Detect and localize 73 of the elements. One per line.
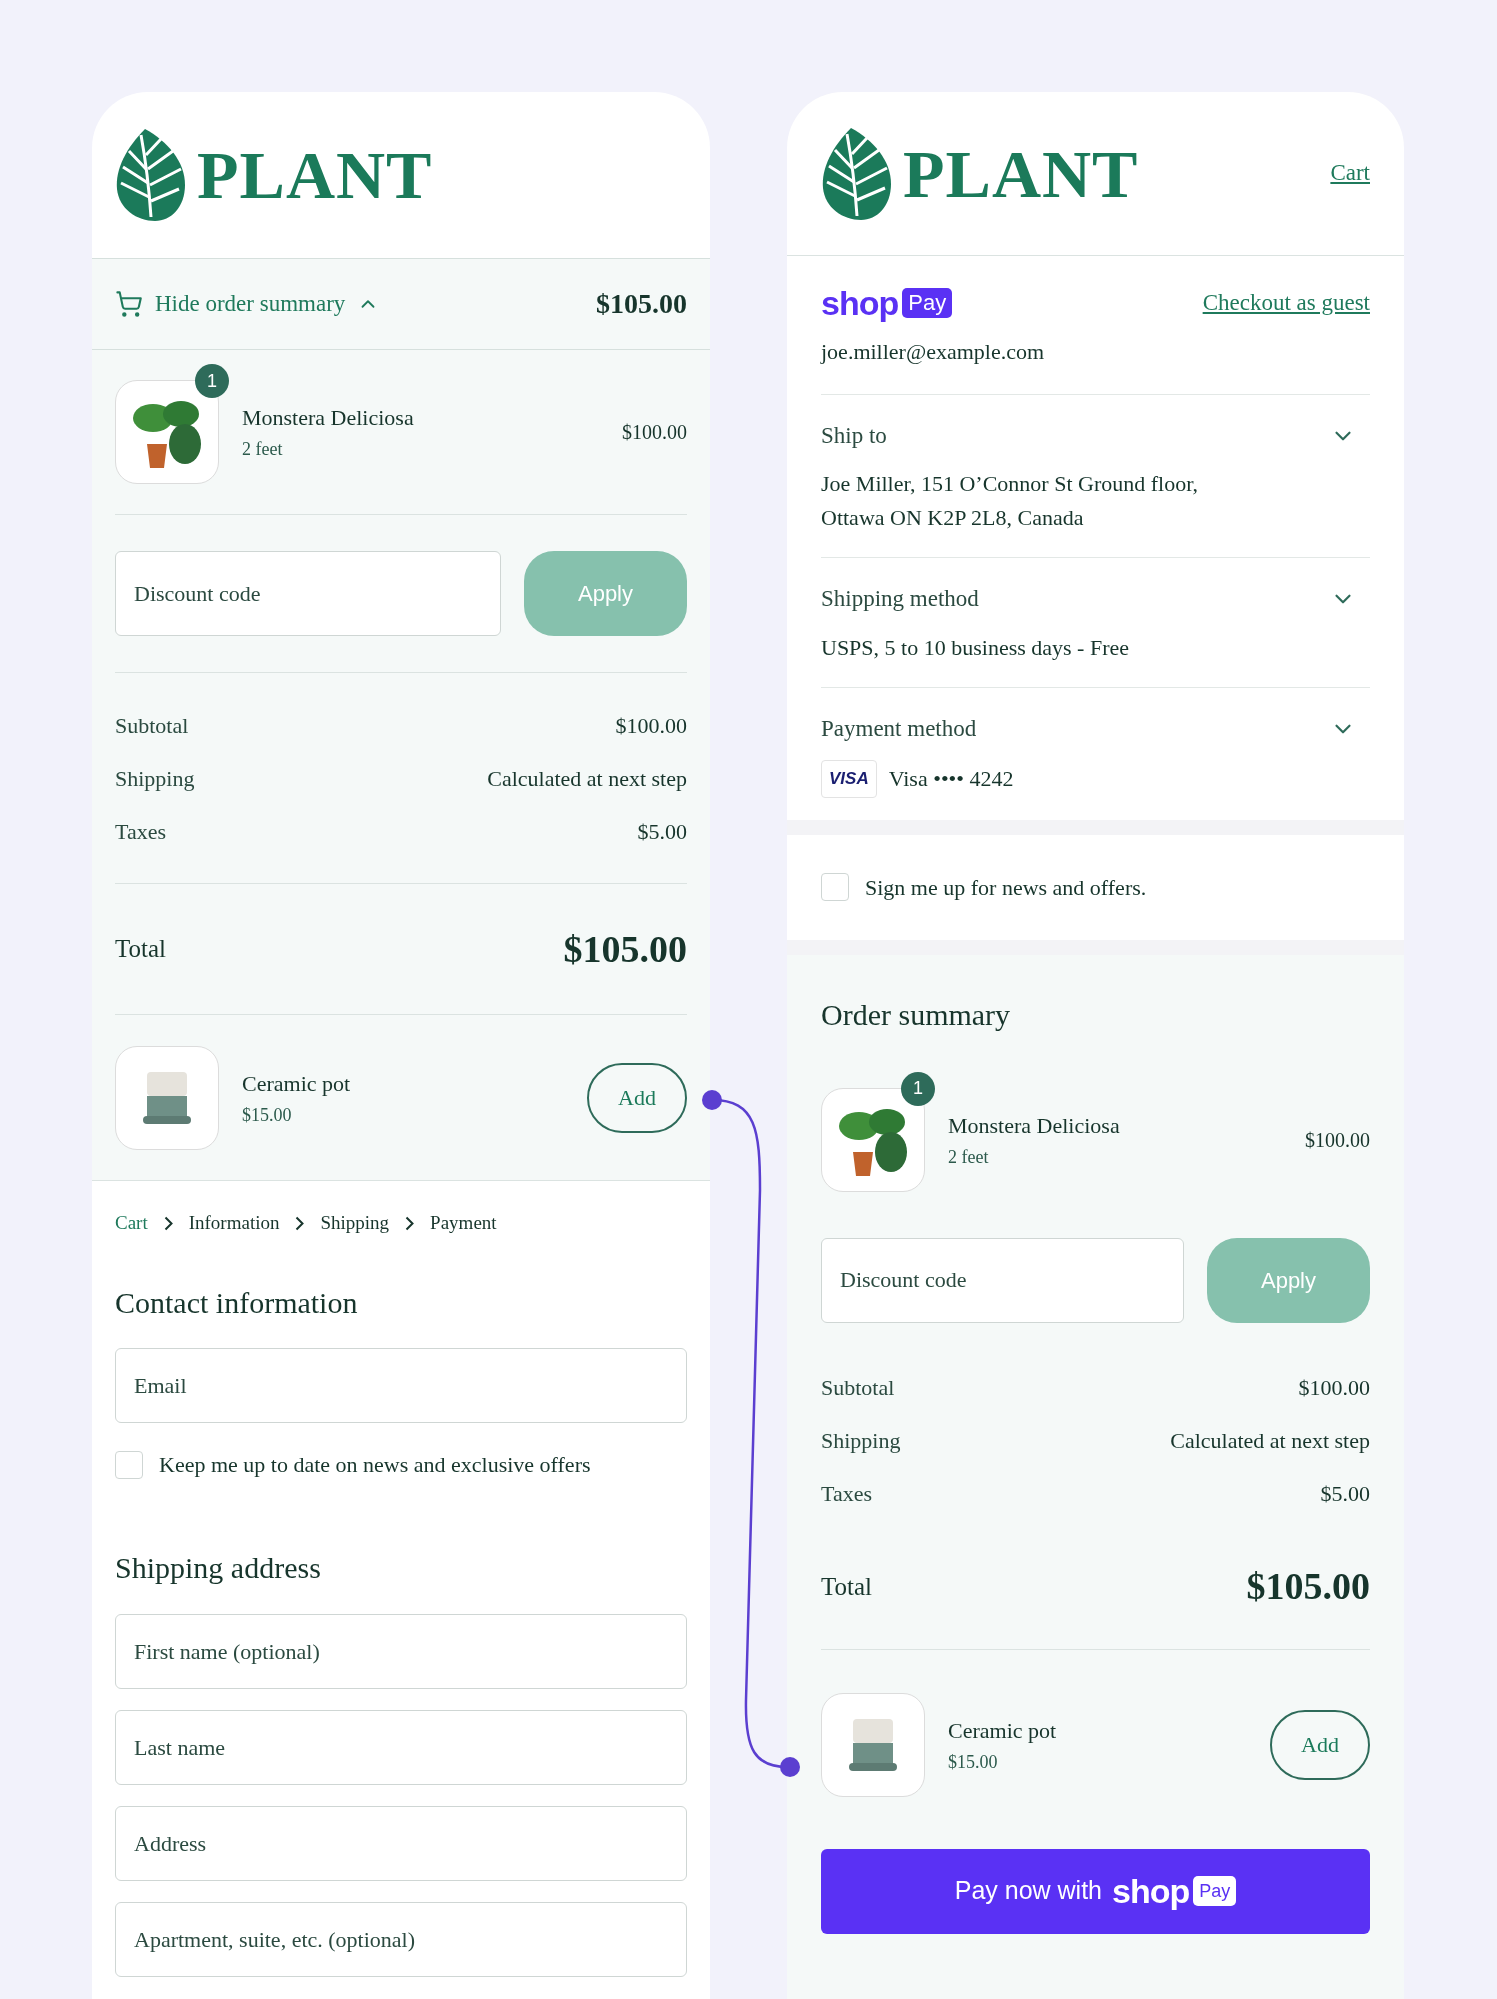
- email-field[interactable]: Email: [115, 1348, 687, 1423]
- summary-value: Calculated at next step: [1170, 1427, 1370, 1455]
- product-name: Monstera Deliciosa: [242, 404, 414, 432]
- discount-code-field[interactable]: Discount code: [115, 551, 501, 636]
- shop-logo-text: shop: [821, 286, 899, 321]
- total-amount: $105.00: [563, 926, 687, 972]
- breadcrumb-link[interactable]: Payment: [430, 1208, 497, 1238]
- summary-amount: $105.00: [596, 287, 687, 321]
- cart-icon: [115, 290, 143, 318]
- cart-link[interactable]: Cart: [1330, 156, 1370, 191]
- section-value: USPS, 5 to 10 business days - Free: [821, 633, 1129, 662]
- pay-badge: Pay: [902, 288, 953, 319]
- add-button[interactable]: Add: [587, 1062, 687, 1133]
- chevron-right-icon: [163, 1215, 173, 1231]
- leaf-logo-icon: [821, 125, 893, 222]
- product-name: Monstera Deliciosa: [948, 1111, 1120, 1140]
- leaf-logo-icon: [115, 127, 187, 223]
- section-title: Ship to: [821, 421, 887, 450]
- total-label: Total: [115, 934, 166, 965]
- product-variant: 2 feet: [948, 1145, 990, 1169]
- pay-now-button[interactable]: Pay now with shop Pay: [821, 1848, 1370, 1934]
- breadcrumb-link[interactable]: Information: [188, 1208, 280, 1238]
- summary-value: $100.00: [615, 711, 687, 740]
- brand-logo-text: PLANT: [197, 141, 433, 209]
- product-name: Ceramic pot: [242, 1069, 351, 1098]
- checkbox[interactable]: [821, 873, 849, 901]
- quantity-badge: 1: [195, 364, 229, 398]
- product-variant: 2 feet: [242, 438, 284, 461]
- checkbox-label: Keep me up to date on news and exclusive offers: [159, 1451, 591, 1479]
- product-price: $15.00: [242, 1103, 293, 1127]
- quantity-badge: 1: [901, 1071, 935, 1106]
- summary-label: Subtotal: [821, 1374, 895, 1402]
- address-field[interactable]: Apartment, suite, etc. (optional): [115, 1902, 687, 1977]
- section-title: Payment method: [821, 714, 977, 743]
- checkout-as-guest-link[interactable]: Checkout as guest: [1202, 286, 1370, 321]
- summary-value: $100.00: [1298, 1374, 1370, 1402]
- checkbox[interactable]: [115, 1450, 143, 1479]
- product-name: Ceramic pot: [948, 1716, 1057, 1745]
- summary-value: $5.00: [1320, 1480, 1370, 1508]
- shop-logo-text: shop: [1112, 1874, 1190, 1908]
- discount-code-field[interactable]: Discount code: [821, 1237, 1184, 1323]
- section-value: Visa •••• 4242: [888, 764, 1014, 793]
- account-email: joe.miller@example.com: [821, 337, 1045, 366]
- summary-value: $5.00: [637, 817, 687, 846]
- total-amount: $105.00: [1246, 1564, 1370, 1609]
- section-heading: Contact information: [115, 1285, 359, 1321]
- chevron-right-icon: [295, 1215, 305, 1231]
- chevron-right-icon: [405, 1215, 415, 1231]
- product-price: $100.00: [622, 420, 687, 445]
- address-field[interactable]: First name (optional): [115, 1614, 687, 1689]
- section-title: Shipping method: [821, 585, 979, 613]
- breadcrumb-link[interactable]: Cart: [115, 1208, 148, 1238]
- order-summary-toggle[interactable]: Hide order summary: [115, 286, 380, 322]
- add-button[interactable]: Add: [1270, 1709, 1370, 1780]
- total-label: Total: [821, 1571, 872, 1602]
- checkbox-label: Sign me up for news and offers.: [865, 873, 1147, 902]
- pay-badge: Pay: [1193, 1876, 1237, 1906]
- section-heading: Order summary: [821, 997, 1011, 1033]
- summary-label: Subtotal: [115, 711, 189, 740]
- summary-label: Taxes: [821, 1480, 872, 1508]
- section-heading: Shipping address: [115, 1550, 322, 1586]
- brand-logo-text: PLANT: [903, 139, 1139, 208]
- summary-label: Shipping: [821, 1427, 901, 1455]
- address-field[interactable]: Last name: [115, 1710, 687, 1785]
- summary-value: Calculated at next step: [487, 764, 687, 793]
- breadcrumb-link[interactable]: Shipping: [320, 1208, 390, 1238]
- address-field[interactable]: Address: [115, 1806, 687, 1881]
- summary-label: Shipping: [115, 764, 195, 793]
- card-brand-badge: VISA: [821, 760, 877, 798]
- section-value: Joe Miller, 151 O’Connor St Ground floor, Ottawa ON K2P 2L8, Canada: [821, 470, 1199, 532]
- summary-label: Taxes: [115, 817, 166, 846]
- product-price: $100.00: [1305, 1127, 1370, 1153]
- product-price: $15.00: [948, 1750, 999, 1774]
